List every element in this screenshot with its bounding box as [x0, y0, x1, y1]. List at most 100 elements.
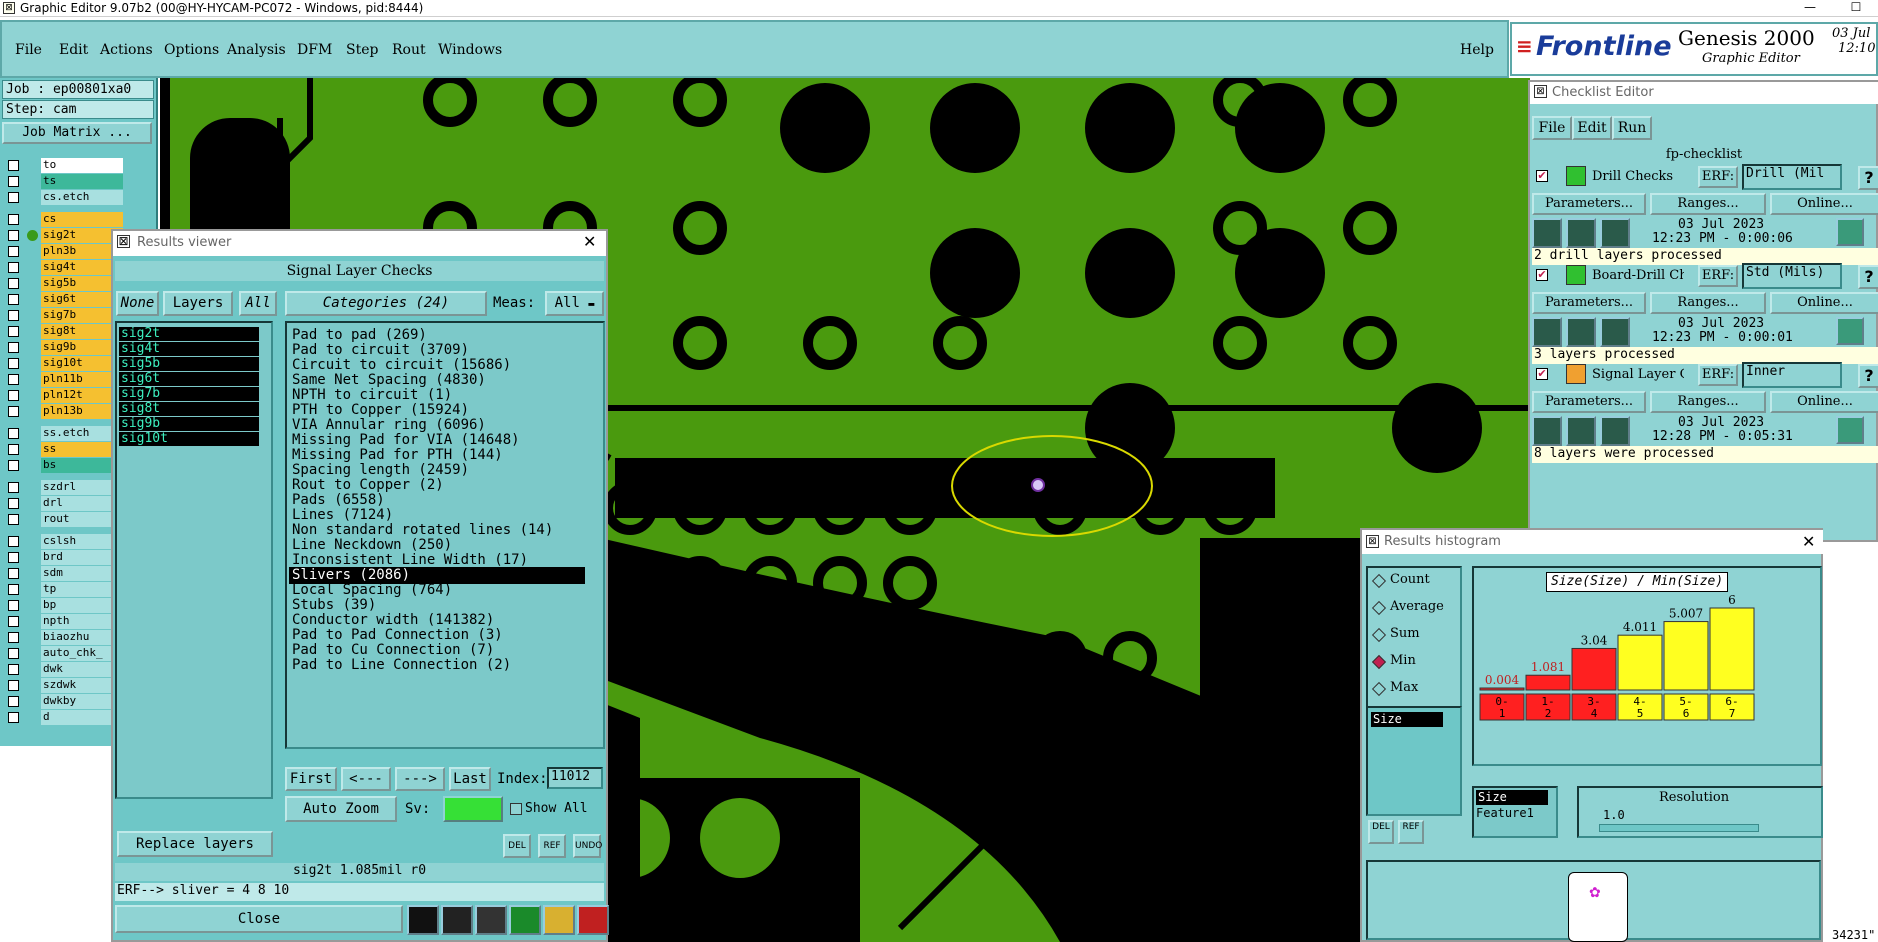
layer-row[interactable]: pln12t: [5, 388, 123, 403]
option-radio[interactable]: [1371, 654, 1387, 670]
next-button[interactable]: --->: [395, 767, 445, 791]
run-icon[interactable]: [1600, 317, 1630, 347]
ranges-button[interactable]: Ranges...: [1650, 193, 1766, 215]
run-icon[interactable]: [1532, 218, 1562, 248]
histogram-del-button[interactable]: DEL: [1368, 820, 1394, 844]
maximize-button[interactable]: ☐: [1836, 0, 1876, 17]
layer-checkbox[interactable]: [8, 616, 19, 627]
layer-row[interactable]: dwkby: [5, 694, 123, 709]
replace-layers-button[interactable]: Replace layers: [117, 831, 273, 857]
first-button[interactable]: First: [285, 767, 337, 791]
layer-row[interactable]: sig5b: [5, 276, 123, 291]
field-list-2[interactable]: Size Feature1: [1472, 786, 1558, 838]
layer-checkbox[interactable]: [8, 600, 19, 611]
layer-row[interactable]: ts: [5, 174, 123, 189]
layer-checkbox[interactable]: [8, 160, 19, 171]
layer-row[interactable]: cs.etch: [5, 190, 123, 205]
layer-checkbox[interactable]: [8, 712, 19, 723]
field-item-size-2[interactable]: Size: [1476, 790, 1548, 805]
menu-analysis[interactable]: Analysis: [227, 42, 286, 58]
layer-row[interactable]: ss.etch: [5, 426, 123, 441]
layer-row[interactable]: cs: [5, 212, 123, 227]
layer-checkbox[interactable]: [8, 482, 19, 493]
ranges-button[interactable]: Ranges...: [1650, 292, 1766, 314]
layer-row[interactable]: sig9b: [5, 340, 123, 355]
layer-row[interactable]: pln11b: [5, 372, 123, 387]
undo-button[interactable]: UNDO: [573, 834, 602, 858]
run-icon[interactable]: [1566, 416, 1596, 446]
layer-row[interactable]: sig7b: [5, 308, 123, 323]
layer-checkbox[interactable]: [8, 664, 19, 675]
layers-button[interactable]: Layers: [163, 291, 233, 316]
layer-row[interactable]: drl: [5, 496, 123, 511]
help-button[interactable]: ?: [1858, 166, 1878, 190]
ref-button[interactable]: REF: [538, 834, 566, 858]
menu-rout[interactable]: Rout: [392, 42, 426, 58]
online-button[interactable]: Online...: [1770, 292, 1878, 314]
checklist-menu-file[interactable]: File: [1532, 116, 1572, 140]
tool-icon-4[interactable]: [509, 905, 541, 935]
tool-icon-2[interactable]: [441, 905, 473, 935]
sv-select[interactable]: [443, 796, 503, 822]
histogram-bar[interactable]: [1525, 674, 1571, 691]
zoom-icon[interactable]: [1836, 218, 1864, 246]
run-icon[interactable]: [1566, 317, 1596, 347]
layer-checkbox[interactable]: [8, 214, 19, 225]
check-name[interactable]: Drill Checks: [1592, 169, 1684, 184]
auto-zoom-select[interactable]: Auto Zoom: [285, 796, 397, 822]
layer-checkbox[interactable]: [8, 246, 19, 257]
layer-checkbox[interactable]: [8, 498, 19, 509]
layer-checkbox[interactable]: [8, 342, 19, 353]
layer-checkbox[interactable]: [8, 460, 19, 471]
menu-help[interactable]: Help: [1460, 42, 1494, 58]
layer-row[interactable]: pln13b: [5, 404, 123, 419]
layer-checkbox[interactable]: [8, 278, 19, 289]
histogram-bar[interactable]: [1571, 647, 1617, 691]
result-layer-item[interactable]: sig4t: [119, 342, 259, 356]
menu-edit[interactable]: Edit: [59, 42, 88, 58]
layer-checkbox[interactable]: [8, 390, 19, 401]
layer-checkbox[interactable]: [8, 552, 19, 563]
check-name[interactable]: Board-Drill Che: [1592, 268, 1684, 283]
histogram-bar[interactable]: [1479, 687, 1525, 691]
layer-checkbox[interactable]: [8, 648, 19, 659]
layer-row[interactable]: rout: [5, 512, 123, 527]
layer-row[interactable]: ss: [5, 442, 123, 457]
layer-row[interactable]: sig8t: [5, 324, 123, 339]
layer-row[interactable]: biaozhu: [5, 630, 123, 645]
result-layer-item[interactable]: sig10t: [119, 432, 259, 446]
last-button[interactable]: Last: [449, 767, 491, 791]
checklist-menu-edit[interactable]: Edit: [1572, 116, 1612, 140]
menu-file[interactable]: File: [15, 42, 42, 58]
layer-row[interactable]: sig2t: [5, 228, 123, 243]
meas-select[interactable]: All ▬: [545, 291, 604, 316]
online-button[interactable]: Online...: [1770, 193, 1878, 215]
tool-icon-3[interactable]: [475, 905, 507, 935]
run-icon[interactable]: [1600, 416, 1630, 446]
layer-row[interactable]: bs: [5, 458, 123, 473]
layer-checkbox[interactable]: [8, 192, 19, 203]
result-layer-item[interactable]: sig6t: [119, 372, 259, 386]
menu-dfm[interactable]: DFM: [297, 42, 332, 58]
checklist-menu-run[interactable]: Run: [1612, 116, 1652, 140]
resolution-slider[interactable]: [1599, 824, 1759, 832]
result-layer-item[interactable]: sig9b: [119, 417, 259, 431]
index-input[interactable]: 11012: [547, 767, 603, 789]
layer-row[interactable]: npth: [5, 614, 123, 629]
show-all-checkbox[interactable]: [510, 803, 522, 815]
help-button[interactable]: ?: [1858, 364, 1878, 388]
check-enabled-checkbox[interactable]: ✔: [1536, 269, 1548, 281]
categories-button[interactable]: Categories (24): [285, 291, 487, 316]
layer-row[interactable]: cslsh: [5, 534, 123, 549]
result-layer-item[interactable]: sig2t: [119, 327, 259, 341]
layer-checkbox[interactable]: [8, 326, 19, 337]
minimize-button[interactable]: —: [1790, 0, 1830, 17]
menu-options[interactable]: Options: [164, 42, 219, 58]
menu-windows[interactable]: Windows: [438, 42, 502, 58]
layer-results-list[interactable]: sig2t sig4t sig5b sig6t sig7b sig8t sig9b sig10…: [115, 321, 273, 799]
layer-row[interactable]: brd: [5, 550, 123, 565]
histogram-icon[interactable]: [577, 905, 609, 935]
histogram-bar[interactable]: [1663, 621, 1709, 691]
layer-checkbox[interactable]: [8, 262, 19, 273]
layer-row[interactable]: dwk: [5, 662, 123, 677]
